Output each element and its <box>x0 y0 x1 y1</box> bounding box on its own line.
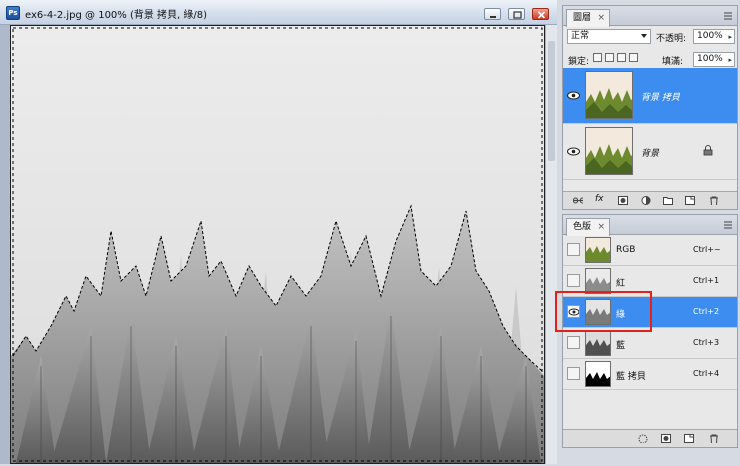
channel-name: 藍 <box>616 341 626 351</box>
channel-name: 紅 <box>616 279 626 289</box>
fill-field[interactable]: 100% ▸ <box>693 52 735 67</box>
layer-row-background-copy[interactable]: 背景 拷貝 <box>563 68 737 124</box>
channel-name: 藍 拷貝 <box>616 372 646 382</box>
channel-row-green[interactable]: 綠 Ctrl+2 <box>563 297 737 328</box>
close-button[interactable] <box>532 8 549 20</box>
close-tab-icon[interactable]: × <box>597 10 605 26</box>
tab-layers-label: 圖層 <box>573 13 592 23</box>
channel-name: RGB <box>616 245 636 255</box>
new-channel-icon[interactable] <box>684 434 694 443</box>
eye-icon[interactable] <box>566 144 581 159</box>
channels-panel: 色版 × RGB Ctrl+~ 紅 Ctrl+1 綠 Ctrl+2 藍 Ctrl… <box>562 214 738 448</box>
layers-panel-header: 圖層 × <box>563 6 737 27</box>
channel-shortcut: Ctrl+3 <box>693 338 720 347</box>
channel-thumbnail <box>585 237 611 263</box>
panel-menu-icon[interactable] <box>723 11 733 21</box>
minimize-icon <box>490 16 496 18</box>
dropdown-arrow-icon[interactable]: ▸ <box>728 31 732 44</box>
channel-row-blue[interactable]: 藍 Ctrl+3 <box>563 328 737 359</box>
close-icon <box>537 11 546 19</box>
channel-shortcut: Ctrl+2 <box>693 307 720 316</box>
lock-all-icon[interactable] <box>629 53 638 62</box>
channel-thumbnail <box>585 268 611 294</box>
vertical-scrollbar[interactable] <box>545 25 557 464</box>
layer-name[interactable]: 背景 <box>641 146 659 159</box>
eye-icon[interactable] <box>566 88 581 103</box>
document-title: ex6-4-2.jpg @ 100% (背景 拷貝, 綠/8) <box>25 10 208 21</box>
layer-thumbnail <box>585 127 633 175</box>
chevron-down-icon <box>641 34 647 38</box>
trash-icon[interactable] <box>709 434 719 443</box>
document-window: Ps ex6-4-2.jpg @ 100% (背景 拷貝, 綠/8) <box>0 0 557 464</box>
lock-icon <box>703 145 713 156</box>
channel-name: 綠 <box>616 310 626 320</box>
opacity-value: 100% <box>697 31 723 41</box>
layers-footer-toolbar: fx <box>563 191 737 209</box>
minimize-button[interactable] <box>484 8 501 20</box>
visibility-toggle[interactable] <box>567 336 580 349</box>
mask-icon[interactable] <box>618 196 628 205</box>
layer-row-background[interactable]: 背景 <box>563 124 737 180</box>
eye-icon[interactable] <box>567 305 580 318</box>
maximize-button[interactable] <box>508 8 525 20</box>
lock-transparent-icon[interactable] <box>593 53 602 62</box>
new-layer-icon[interactable] <box>685 196 695 205</box>
group-icon[interactable] <box>663 196 673 205</box>
layer-thumbnail <box>585 71 633 119</box>
lock-move-icon[interactable] <box>617 53 626 62</box>
blend-mode-value: 正常 <box>571 31 590 41</box>
grass-image <box>11 26 544 463</box>
channel-thumbnail <box>585 299 611 325</box>
lock-label: 鎖定: <box>568 57 590 67</box>
tab-channels-label: 色版 <box>573 222 592 232</box>
document-title-bar[interactable]: Ps ex6-4-2.jpg @ 100% (背景 拷貝, 綠/8) <box>0 0 557 25</box>
lock-options <box>593 53 641 63</box>
blend-mode-select[interactable]: 正常 <box>567 29 651 44</box>
visibility-toggle[interactable] <box>567 274 580 287</box>
lock-paint-icon[interactable] <box>605 53 614 62</box>
panel-menu-icon[interactable] <box>723 220 733 230</box>
channel-shortcut: Ctrl+4 <box>693 369 720 378</box>
visibility-toggle[interactable] <box>567 243 580 256</box>
channel-shortcut: Ctrl+1 <box>693 276 720 285</box>
save-selection-icon[interactable] <box>661 434 671 443</box>
tab-channels[interactable]: 色版 × <box>566 218 611 236</box>
fill-value: 100% <box>697 54 723 64</box>
image-canvas[interactable] <box>10 25 545 464</box>
channel-row-rgb[interactable]: RGB Ctrl+~ <box>563 235 737 266</box>
restore-icon <box>513 11 522 19</box>
channel-thumbnail <box>585 330 611 356</box>
channel-row-blue-copy[interactable]: 藍 拷貝 Ctrl+4 <box>563 359 737 390</box>
layer-name[interactable]: 背景 拷貝 <box>641 90 680 103</box>
link-icon[interactable] <box>573 196 583 205</box>
scrollbar-thumb[interactable] <box>548 41 555 161</box>
layers-panel: 圖層 × 正常 不透明: 100% ▸ 鎖定: 填滿: 100% ▸ 背景 拷貝 <box>562 5 738 210</box>
visibility-toggle[interactable] <box>567 367 580 380</box>
fx-icon[interactable]: fx <box>595 194 605 204</box>
channel-thumbnail <box>585 361 611 387</box>
channel-row-red[interactable]: 紅 Ctrl+1 <box>563 266 737 297</box>
opacity-field[interactable]: 100% ▸ <box>693 29 735 44</box>
channel-shortcut: Ctrl+~ <box>693 245 721 254</box>
close-tab-icon[interactable]: × <box>597 219 605 235</box>
channels-panel-header: 色版 × <box>563 215 737 236</box>
opacity-label: 不透明: <box>656 34 687 44</box>
selection-circle-icon[interactable] <box>638 434 648 443</box>
adjustment-icon[interactable] <box>641 196 651 205</box>
channels-footer-toolbar <box>563 429 737 447</box>
trash-icon[interactable] <box>709 196 719 205</box>
tab-layers[interactable]: 圖層 × <box>566 9 611 27</box>
dropdown-arrow-icon[interactable]: ▸ <box>728 54 732 67</box>
fill-label: 填滿: <box>662 57 684 67</box>
photoshop-icon: Ps <box>6 6 20 20</box>
